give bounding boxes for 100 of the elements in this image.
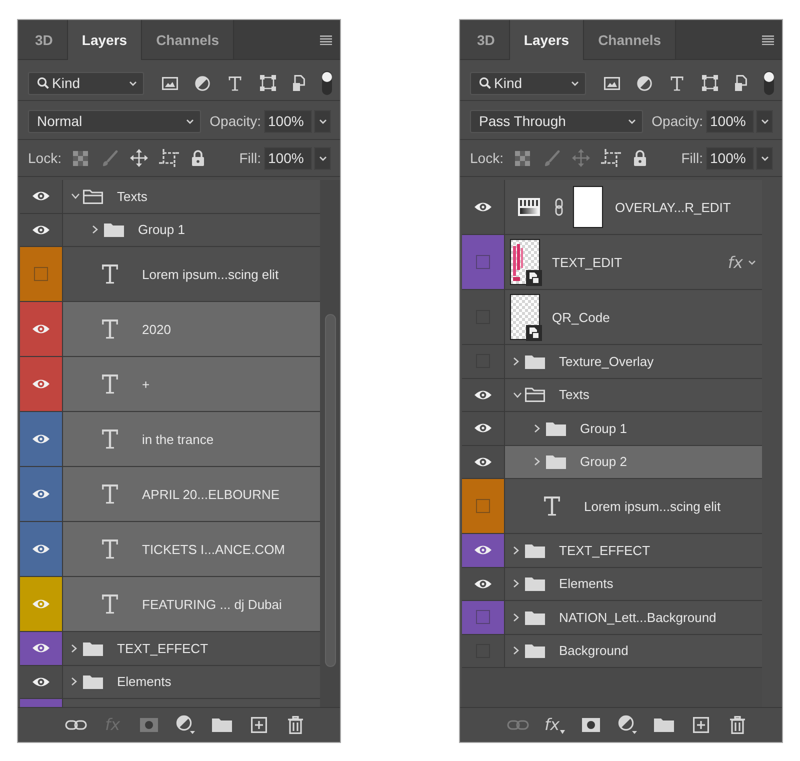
layer-row[interactable]: Elements [20,666,320,699]
layer-row[interactable]: Texts [20,180,320,214]
eye-icon[interactable] [32,190,50,202]
adjustment-filter-icon[interactable] [637,76,652,90]
filter-kind-dropdown[interactable]: Kind [28,72,144,94]
artboard-icon[interactable] [600,149,621,167]
artboard-icon[interactable] [158,149,179,167]
layer-row[interactable]: Lorem ipsum...scing elit [20,247,320,302]
filter-toggle[interactable] [764,71,774,95]
chevron-right-icon[interactable] [513,356,519,366]
panel-tab[interactable]: 3D [18,20,68,60]
opacity-field[interactable]: 100% [264,110,312,132]
chevron-right-icon[interactable] [513,612,519,622]
fill-dropdown-button[interactable] [756,146,773,170]
layer-row[interactable]: + [20,357,320,412]
fill-field[interactable]: 100% [264,146,312,170]
adjustment-icon[interactable] [176,715,195,734]
chevron-right-icon[interactable] [513,646,519,656]
image-filter-icon[interactable] [162,76,178,90]
panel-menu-icon[interactable] [762,34,774,44]
chevron-right-icon[interactable] [534,457,540,466]
mask-icon[interactable] [582,718,600,732]
effects-label[interactable]: fx [728,252,743,272]
layer-row[interactable]: TEXT_EDIT fx [462,235,762,290]
move-arrows-icon[interactable] [130,149,148,167]
shape-filter-icon[interactable] [260,75,276,91]
layer-row[interactable]: APRIL 20...ELBOURNE [20,467,320,522]
eye-icon[interactable] [32,543,50,555]
eye-icon[interactable] [474,388,492,401]
chevron-right-icon[interactable] [71,677,77,686]
layer-row[interactable]: Texts [462,378,762,412]
eye-icon[interactable] [32,642,50,654]
eye-icon[interactable] [32,488,50,500]
filter-toggle[interactable] [322,71,332,95]
opacity-dropdown-button[interactable] [756,110,773,132]
folder-icon[interactable] [654,717,674,732]
layer-row[interactable]: FEATURING ... dj Dubai [20,577,320,632]
filter-kind-dropdown[interactable]: Kind [470,72,586,94]
layer-row[interactable]: NATION_Lett...Background [462,601,762,634]
chevron-right-icon[interactable] [92,225,98,234]
image-filter-icon[interactable] [604,76,620,90]
eye-icon[interactable] [474,544,492,556]
smart-object-filter-icon[interactable] [293,75,307,91]
padlock-icon[interactable] [633,150,648,166]
layer-row[interactable]: Group 1 [462,412,762,446]
panel-tab[interactable]: Channels [142,20,234,60]
layer-row[interactable]: Elements [462,568,762,601]
eye-icon[interactable] [32,323,50,335]
eye-icon[interactable] [474,578,492,590]
panel-tab[interactable]: Layers [68,20,142,60]
layer-row[interactable]: 2020 [20,302,320,357]
folder-icon[interactable] [212,717,232,732]
adjustment-filter-icon[interactable] [195,76,210,90]
layer-row[interactable]: TEXT_EFFECT [20,632,320,666]
eye-icon[interactable] [32,676,50,688]
eye-icon[interactable] [32,433,50,445]
layer-row[interactable]: TICKETS I...ANCE.COM [20,522,320,577]
chevron-right-icon[interactable] [71,644,77,653]
chevron-right-icon[interactable] [513,579,519,588]
fill-field[interactable]: 100% [706,146,754,170]
layer-row[interactable]: Group 1 [20,214,320,247]
layer-row[interactable]: Lorem ipsum...scing elit [462,479,762,534]
caret-icon[interactable] [748,260,756,264]
blend-mode-dropdown[interactable]: Normal [28,110,201,132]
new-layer-icon[interactable] [250,716,266,732]
layer-row[interactable]: Texture_Overlay [462,345,762,378]
opacity-field[interactable]: 100% [706,110,754,132]
fill-dropdown-button[interactable] [314,146,331,170]
padlock-icon[interactable] [191,150,206,166]
smart-object-filter-icon[interactable] [735,75,749,91]
scrollbar-thumb[interactable] [324,314,336,667]
layer-row[interactable]: Background [462,634,762,668]
chevron-down-icon[interactable] [71,193,80,200]
chevron-right-icon[interactable] [534,424,540,433]
effects-button[interactable]: fx [544,715,565,734]
eye-icon[interactable] [32,378,50,390]
eye-icon[interactable] [32,224,50,236]
chevron-right-icon[interactable] [513,546,519,555]
layer-row[interactable]: TEXT_EFFECT [462,534,762,568]
layer-row[interactable]: in the trance [20,412,320,467]
eye-icon[interactable] [474,456,492,468]
new-layer-icon[interactable] [692,716,708,732]
layer-row[interactable]: QR_Code [462,290,762,345]
link-icon[interactable] [65,718,87,730]
layer-row[interactable]: OVERLAY...R_EDIT [462,180,762,235]
eye-icon[interactable] [474,201,492,213]
trash-icon[interactable] [730,716,744,734]
trash-icon[interactable] [288,716,302,734]
chevron-down-icon[interactable] [513,392,522,398]
panel-tab[interactable]: Layers [510,20,584,60]
mask-thumbnail[interactable] [573,186,603,228]
opacity-dropdown-button[interactable] [314,110,331,132]
panel-tab[interactable]: 3D [460,20,510,60]
eye-icon[interactable] [474,422,492,434]
panel-menu-icon[interactable] [320,34,332,44]
panel-tab[interactable]: Channels [584,20,676,60]
adjustment-icon[interactable] [618,715,637,734]
shape-filter-icon[interactable] [702,75,718,91]
type-filter-icon[interactable] [670,76,684,90]
type-filter-icon[interactable] [228,76,242,90]
